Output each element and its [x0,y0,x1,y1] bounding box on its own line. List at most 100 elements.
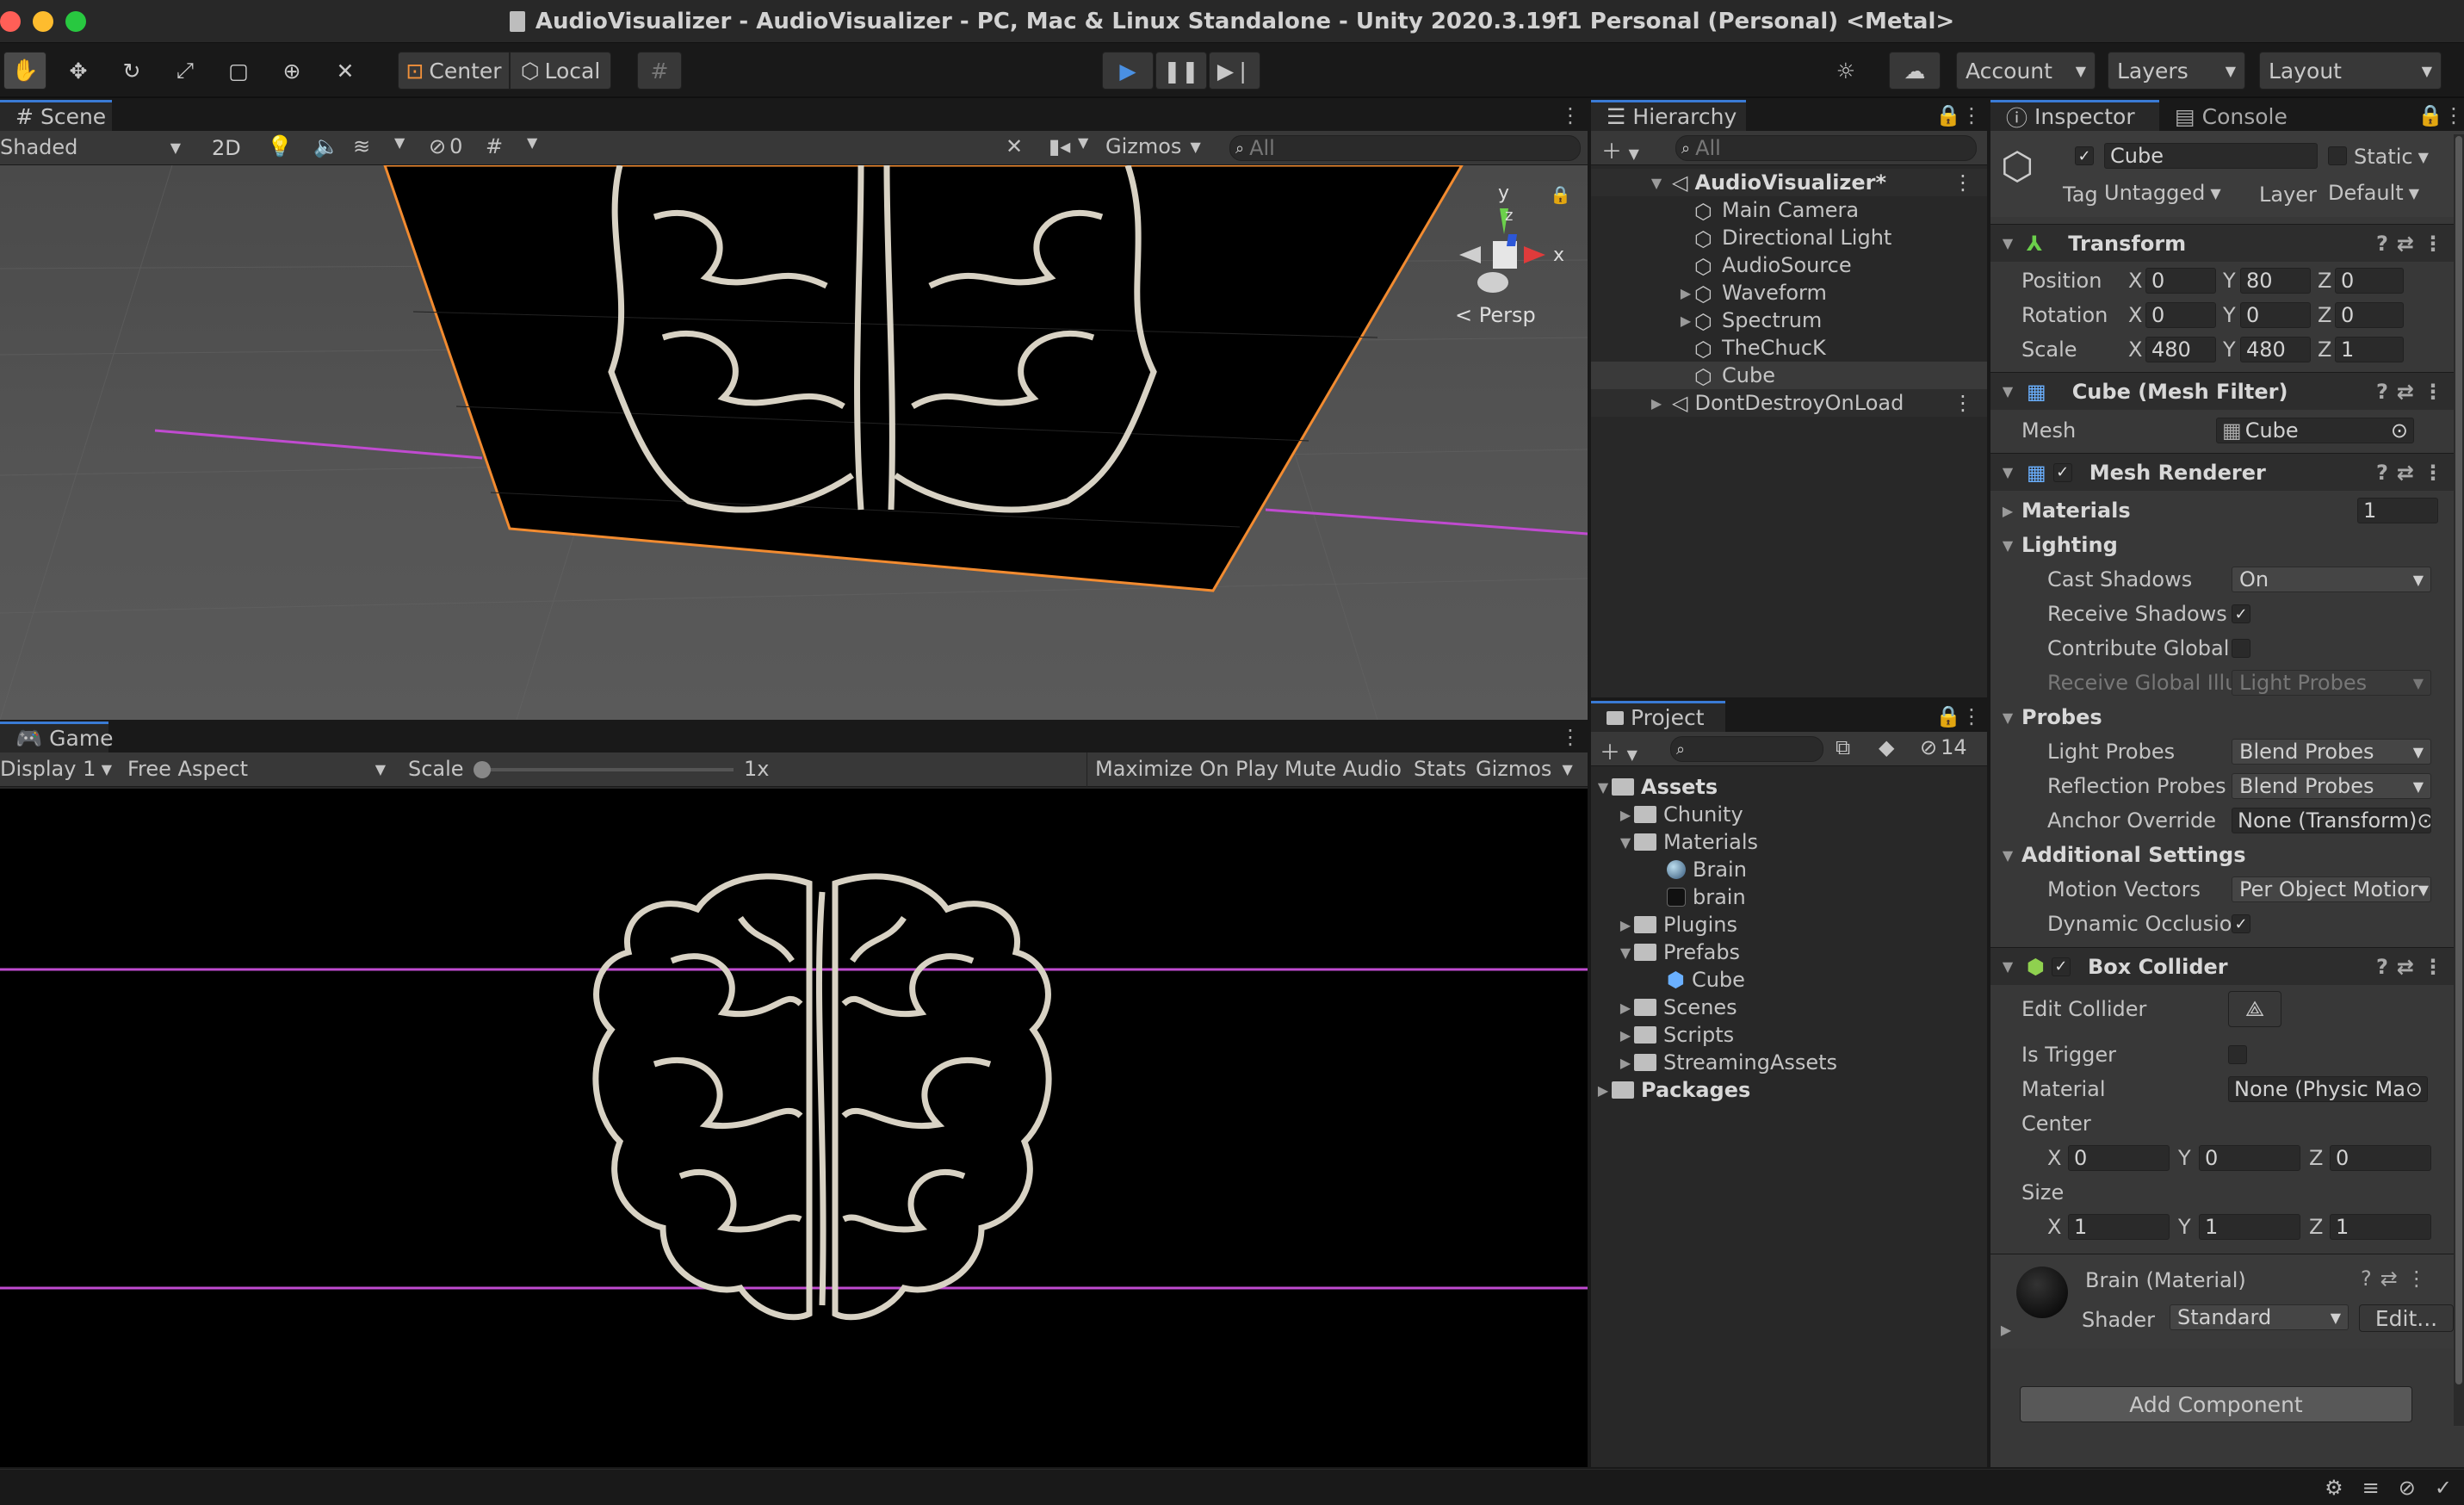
mesh-filter-header[interactable]: ▼ ▦ Cube (Mesh Filter) ?⇄⋮ [1990,372,2464,410]
game-viewport[interactable] [0,789,1588,1467]
tab-hierarchy[interactable]: ☰ Hierarchy [1591,100,1746,131]
reflection-probes-dropdown[interactable]: Blend Probes ▼ [2232,773,2431,799]
rotation-y-field[interactable]: 0 [2240,302,2311,328]
tab-console[interactable]: ▤ Console [2159,100,2306,131]
cloud-icon[interactable]: ☁ [1889,52,1941,90]
transform-tool-icon[interactable]: ⊕ [270,52,313,90]
scene-viewport[interactable]: y x z < Persp 🔒 [0,165,1588,720]
filter-type-icon[interactable]: ⧉ [1836,735,1850,759]
more-options-icon[interactable]: ⋮ [1553,103,1588,131]
component-menu-icon[interactable]: ?⇄⋮ [2376,955,2452,979]
space-toggle-button[interactable]: ⬡ Local [510,52,611,90]
position-y-field[interactable]: 80 [2240,268,2311,294]
mute-audio-toggle[interactable]: Mute Audio [1285,757,1402,781]
more-options-icon[interactable]: ⋮ [2443,103,2464,131]
light-probes-dropdown[interactable]: Blend Probes ▼ [2232,739,2431,765]
receive-shadows-checkbox[interactable]: ✓ [2232,604,2250,623]
account-dropdown[interactable]: Account ▼ [1956,52,2096,90]
tag-dropdown[interactable]: Untagged ▼ [2104,181,2221,205]
hand-tool-icon[interactable]: ✋ [3,52,46,90]
layers-dropdown[interactable]: Layers ▼ [2108,52,2245,90]
scale-y-field[interactable]: 480 [2240,337,2311,362]
list-item[interactable]: ▶ Packages [1591,1076,1987,1104]
add-icon[interactable]: ＋ ▼ [1601,134,1639,164]
aspect-dropdown[interactable]: Free Aspect ▼ [127,757,391,781]
filter-label-icon[interactable]: ◆ [1879,735,1894,759]
expand-arrow-icon[interactable]: ▶ [1997,1322,2015,1338]
perspective-label[interactable]: < Persp [1455,303,1536,327]
edit-collider-button[interactable]: ⟁ [2228,991,2281,1027]
position-z-field[interactable]: 0 [2335,268,2404,294]
hidden-objects-toggle[interactable]: ⊘ 0 [429,134,462,158]
cast-shadows-dropdown[interactable]: On ▼ [2232,567,2431,592]
lighting-icon[interactable]: ☼ [1823,52,1868,90]
static-checkbox[interactable] [2328,146,2347,165]
object-picker-icon[interactable]: ⊙ [2417,808,2430,833]
scale-slider[interactable] [474,761,734,778]
mesh-object-field[interactable]: ▦ Cube ⊙ [2216,418,2414,443]
lock-icon[interactable]: 🔒 [1550,184,1571,205]
lock-icon[interactable]: 🔒 [2418,103,2443,131]
hidden-packages-toggle[interactable]: ⊘ 14 [1920,735,1967,759]
list-item[interactable]: ▶ Chunity [1591,801,1987,828]
transform-header[interactable]: ▼ ⅄ Transform ?⇄⋮ [1990,224,2464,262]
is-trigger-checkbox[interactable] [2228,1045,2247,1064]
center-y-field[interactable]: 0 [2199,1145,2300,1171]
more-options-icon[interactable]: ⋮ [1553,725,1588,752]
list-item[interactable]: ⬡ AudioSource [1591,251,1987,279]
collider-material-field[interactable]: None (Physic Ma ⊙ [2228,1076,2428,1102]
object-picker-icon[interactable]: ⊙ [2405,1077,2423,1101]
static-dropdown[interactable]: Static ▼ [2354,145,2429,169]
list-item[interactable]: ⬡ Main Camera [1591,196,1987,224]
debug-icon[interactable]: ⚙ [2325,1476,2343,1500]
close-window-icon[interactable] [0,11,21,32]
size-x-field[interactable]: 1 [2068,1214,2170,1240]
zoom-window-icon[interactable] [65,11,86,32]
layer-dropdown[interactable]: Default ▼ [2328,181,2419,205]
additional-settings-foldout[interactable]: ▼ Additional Settings [1990,839,2464,871]
materials-foldout[interactable]: ▶ Materials 1 [1990,494,2464,527]
minimize-window-icon[interactable] [33,11,53,32]
play-button[interactable]: ▶ [1102,52,1154,90]
motion-vectors-dropdown[interactable]: Per Object Motior ▼ [2232,876,2431,902]
size-y-field[interactable]: 1 [2199,1214,2300,1240]
component-menu-icon[interactable]: ?⇄⋮ [2376,380,2452,404]
chevron-down-icon[interactable]: ▼ [394,134,405,151]
lightbulb-icon[interactable]: 💡 [267,134,293,158]
center-z-field[interactable]: 0 [2330,1145,2431,1171]
active-checkbox[interactable]: ✓ [2075,146,2094,165]
component-menu-icon[interactable]: ?⇄⋮ [2376,461,2452,485]
shading-mode-dropdown[interactable]: Shaded ▼ [0,135,189,159]
lock-icon[interactable]: 🔒 [1935,103,1961,131]
rect-tool-icon[interactable]: ▢ [217,52,260,90]
position-x-field[interactable]: 0 [2145,268,2216,294]
hierarchy-search-input[interactable]: ⌕ All [1675,135,1977,161]
list-item[interactable]: ▶ Scripts [1591,1021,1987,1049]
list-item-selected[interactable]: ⬡ Cube [1591,362,1987,389]
tab-game[interactable]: 🎮 Game [0,722,114,752]
list-item[interactable]: ▶ Scenes [1591,994,1987,1021]
rotation-x-field[interactable]: 0 [2145,302,2216,328]
effects-icon[interactable]: ≋ [353,134,370,158]
list-item[interactable]: brain [1591,883,1987,911]
center-x-field[interactable]: 0 [2068,1145,2170,1171]
tab-scene[interactable]: # Scene [0,100,112,131]
grid-snap-icon[interactable]: # [637,52,682,90]
component-menu-icon[interactable]: ?⇄⋮ [2376,232,2452,256]
dynamic-occlusion-checkbox[interactable]: ✓ [2232,914,2250,933]
list-item[interactable]: ⬡ TheChucK [1591,334,1987,362]
enabled-checkbox[interactable]: ✓ [2051,957,2071,976]
object-picker-icon[interactable]: ⊙ [2391,418,2408,443]
tab-inspector[interactable]: ⓘ Inspector [1990,100,2159,131]
anchor-override-field[interactable]: None (Transform)⊙ [2232,808,2431,833]
list-item[interactable]: Brain [1591,856,1987,883]
enabled-checkbox[interactable]: ✓ [2052,462,2072,482]
maximize-on-play-toggle[interactable]: Maximize On Play [1095,757,1278,781]
tab-project[interactable]: Project [1591,701,1725,732]
box-collider-header[interactable]: ▼ ⬢ ✓ Box Collider ?⇄⋮ [1990,947,2464,985]
game-gizmos-dropdown[interactable]: Gizmos ▼ [1476,757,1573,781]
list-item[interactable]: ⬡ Directional Light [1591,224,1987,251]
contribute-gi-checkbox[interactable] [2232,639,2250,658]
inspector-scrollbar[interactable] [2454,134,2464,1426]
network-icon[interactable]: ⊘ [2399,1476,2416,1500]
